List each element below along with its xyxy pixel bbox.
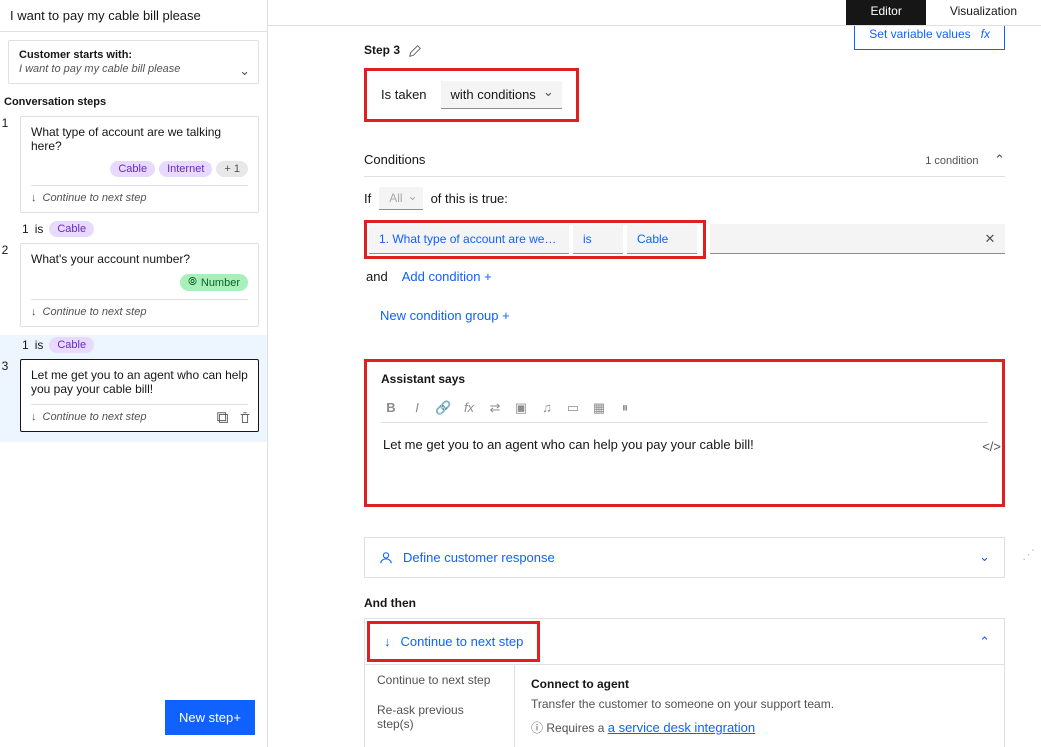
requires-label: Requires a [546,721,607,735]
assistant-text-area[interactable]: Let me get you to an agent who can help … [381,423,988,454]
action-title-input[interactable]: I want to pay my cable bill please [0,0,267,32]
menu-continue[interactable]: Continue to next step [365,665,514,695]
chip-internet[interactable]: Internet [159,161,212,177]
italic-icon[interactable]: I [409,400,425,415]
code-icon[interactable]: </> [982,439,1001,454]
fx-icon: fx [981,27,990,41]
chip-cable: Cable [49,221,94,237]
tabs: Editor Visualization [268,0,1041,26]
and-then-label: And then [364,596,1005,610]
step-question: Let me get you to an agent who can help … [31,368,248,396]
left-panel: I want to pay my cable bill please Custo… [0,0,268,747]
new-step-button[interactable]: New step+ [165,700,255,735]
fx-icon[interactable]: fx [461,400,477,415]
assistant-says-label: Assistant says [381,372,988,386]
define-customer-response[interactable]: Define customer response ⌄ [364,537,1005,579]
chip-cable[interactable]: Cable [110,161,155,177]
plus-icon: + [502,308,510,323]
condition-variable[interactable]: 1. What type of account are we talkin... [369,225,569,254]
cond-is: is [35,222,44,236]
condition-operator[interactable]: is [573,225,623,254]
editor-toolbar: B I 🔗 fx ⇄ ▣ ♫ ▭ ▦ ⏸ [381,394,988,423]
assistant-says-section: Assistant says B I 🔗 fx ⇄ ▣ ♫ ▭ ▦ ⏸ Let … [364,359,1005,507]
user-icon [379,550,393,566]
step-question: What type of account are we talking here… [31,125,248,153]
is-taken-label: Is taken [381,87,427,102]
steps-list: 1 What type of account are we talking he… [0,114,267,688]
menu-reask[interactable]: Re-ask previous step(s) [365,695,514,739]
delete-condition-icon[interactable]: ✕ [975,224,1005,254]
info-icon: ⓘ [531,721,543,735]
edit-icon[interactable] [408,42,422,58]
continue-label: Continue to next step [43,306,147,318]
is-taken-row: Is taken with conditions [364,68,579,122]
of-this-label: of this is true: [431,191,508,206]
cond-ref-num: 1 [22,338,29,352]
chip-cable: Cable [49,337,94,353]
tab-editor[interactable]: Editor [846,0,925,25]
step-number: 2 [0,241,12,335]
music-icon[interactable]: ♫ [539,400,555,415]
arrow-down-icon: ↓ [384,634,391,649]
connect-agent-desc: Transfer the customer to someone on your… [531,697,988,711]
condition-spacer [710,224,975,254]
conditions-label: Conditions [364,152,425,167]
step-question: What's your account number? [31,252,248,266]
and-label: and [366,269,388,284]
step-card-2[interactable]: What's your account number? ⦾Number ↓ Co… [20,243,259,327]
chevron-down-icon[interactable]: ⌄ [239,63,250,79]
and-then-menu: Continue to next step Re-ask previous st… [364,665,1005,747]
continue-label: Continue to next step [43,411,147,423]
menu-subaction[interactable]: Go to a subaction [365,739,514,747]
arrow-down-icon: ↓ [31,306,37,318]
chip-more[interactable]: + 1 [216,161,248,177]
cond-is: is [35,338,44,352]
image-icon[interactable]: ▣ [513,400,529,416]
right-panel: Editor Visualization Step 3 Set variable… [268,0,1041,747]
and-then-dropdown[interactable]: ↓ Continue to next step ⌃ [364,618,1005,665]
trash-icon[interactable] [238,409,252,425]
connect-agent-title: Connect to agent [531,677,988,691]
plus-icon: + [484,269,492,284]
chip-number[interactable]: ⦾Number [180,274,248,291]
is-taken-dropdown[interactable]: with conditions [441,81,562,109]
bold-icon[interactable]: B [383,400,399,415]
step-card-3[interactable]: Let me get you to an agent who can help … [20,359,259,432]
chevron-down-icon: ⌄ [979,549,990,565]
link-icon[interactable]: 🔗 [435,400,451,416]
conversation-steps-label: Conversation steps [0,92,267,114]
arrow-down-icon: ↓ [31,411,37,423]
customer-starts-card[interactable]: Customer starts with: I want to pay my c… [8,40,259,84]
plus-icon: + [233,710,241,725]
chevron-up-icon: ⌃ [979,634,990,650]
video-icon[interactable]: ▭ [565,400,581,416]
tab-visualization[interactable]: Visualization [926,0,1041,25]
step-number: 1 [0,114,12,221]
shuffle-icon[interactable]: ⇄ [487,400,503,416]
step-card-1[interactable]: What type of account are we talking here… [20,116,259,213]
condition-value[interactable]: Cable [627,225,697,254]
condition-fields: 1. What type of account are we talkin...… [364,220,706,259]
condition-count: 1 condition [925,155,978,167]
arrow-down-icon: ↓ [31,192,37,204]
step-number: 3 [0,357,12,440]
service-desk-link[interactable]: a service desk integration [608,720,755,735]
continue-label: Continue to next step [43,192,147,204]
all-dropdown[interactable]: All [379,187,422,210]
if-label: If [364,191,371,206]
set-variable-button[interactable]: Set variable values fx [854,26,1005,50]
add-condition-link[interactable]: Add condition + [402,269,492,284]
chevron-up-icon[interactable]: ⌃ [994,152,1005,167]
calendar-icon[interactable]: ▦ [591,400,607,416]
resize-handle-icon[interactable]: ⋰ [1022,547,1035,563]
pause-icon[interactable]: ⏸ [617,400,633,416]
customer-starts-label: Customer starts with: [19,49,248,61]
copy-icon[interactable] [216,409,230,425]
new-condition-group-link[interactable]: New condition group + [380,308,510,323]
step-title: Step 3 [364,43,400,57]
customer-starts-text: I want to pay my cable bill please [19,63,248,75]
cond-ref-num: 1 [22,222,29,236]
